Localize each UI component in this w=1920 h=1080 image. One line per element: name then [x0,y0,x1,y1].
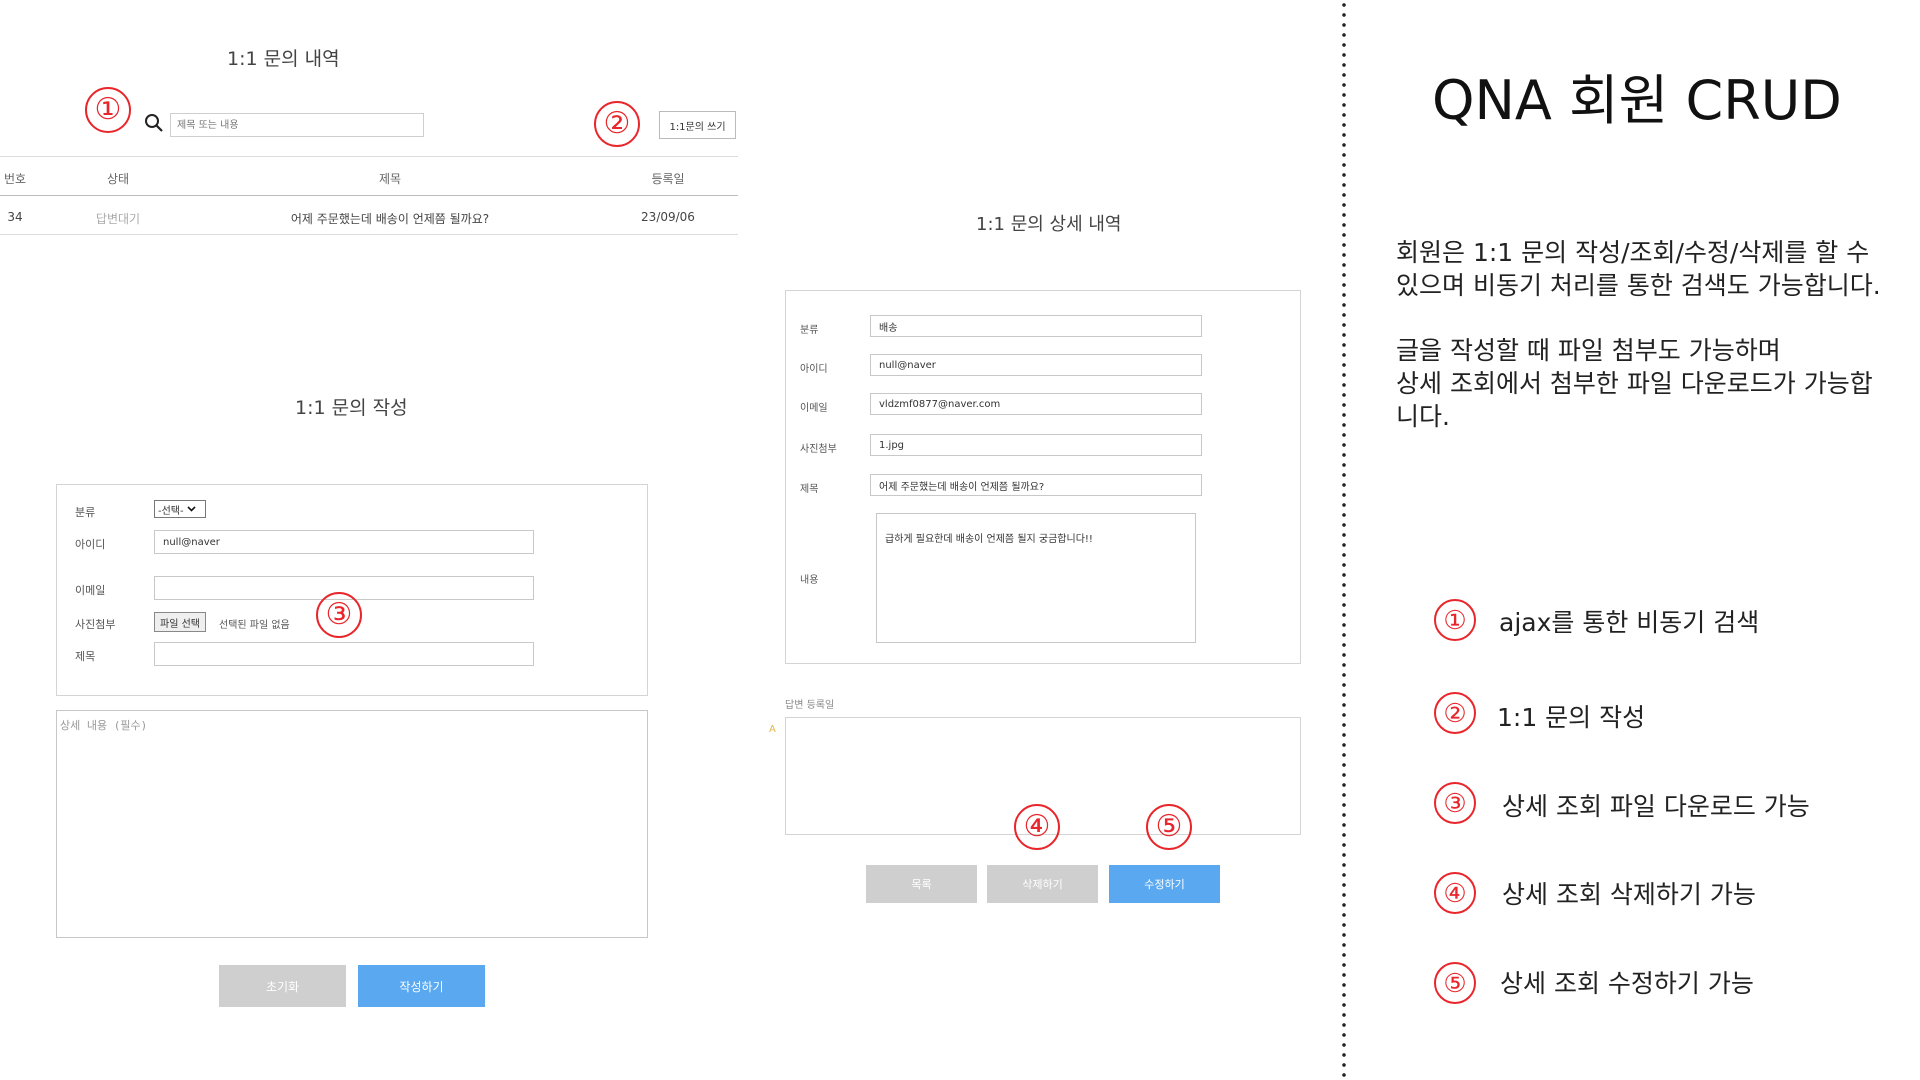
write-form-title: 1:1 문의 작성 [295,397,408,419]
detail-content-field[interactable]: 급하게 필요한데 배송이 언제쯤 될지 궁금합니다!! [876,513,1196,643]
edit-button[interactable]: 수정하기 [1109,865,1220,903]
answer-marker: A [769,724,776,735]
marker-2: ② [594,101,640,147]
desc2-line-3: 니다. [1396,402,1450,431]
list-title: 1:1 문의 내역 [227,48,340,70]
feature-3-text: 상세 조회 파일 다운로드 가능 [1502,792,1810,821]
content-textarea[interactable]: 상세 내용 (필수) [56,710,648,938]
header-date: 등록일 [651,172,685,186]
feature-2-number: ② [1434,692,1476,734]
detail-box: 분류 배송 아이디 null@naver 이메일 vldzmf0877@nave… [785,290,1301,664]
desc1-line-2: 있으며 비동기 처리를 통한 검색도 가능합니다. [1396,271,1881,300]
row-status: 답변대기 [95,212,141,226]
panel-title: QNA 회원 CRUD [1432,69,1842,132]
detail-email-field[interactable]: vldzmf0877@naver.com [870,393,1202,415]
detail-label-subject: 제목 [800,484,819,495]
category-select-value: -선택- [158,505,184,517]
desc2-line-2: 상세 조회에서 첨부한 파일 다운로드가 가능합 [1396,369,1873,398]
detail-label-content: 내용 [800,575,819,586]
panel-description-1: 회원은 1:1 문의 작성/조회/수정/삭제를 할 수 있으며 비동기 처리를 … [1396,236,1881,302]
feature-2-text: 1:1 문의 작성 [1497,703,1646,732]
table-row[interactable]: 34 답변대기 어제 주문했는데 배송이 언제쯤 될까요? 23/09/06 [0,196,738,234]
detail-photo-download[interactable]: 1.jpg [870,434,1202,456]
marker-5: ⑤ [1146,804,1192,850]
feature-3-number: ③ [1434,782,1476,824]
feature-5-number: ⑤ [1434,962,1476,1004]
feature-1-text: ajax를 통한 비동기 검색 [1499,608,1760,637]
write-inquiry-button[interactable]: 1:1문의 쓰기 [659,111,736,139]
table-bottom-line [0,234,738,235]
detail-subject-field[interactable]: 어제 주문했는데 배송이 언제쯤 될까요? [870,474,1202,496]
desc2-line-1: 글을 작성할 때 파일 첨부도 가능하며 [1396,336,1781,365]
submit-button[interactable]: 작성하기 [358,965,485,1007]
detail-title: 1:1 문의 상세 내역 [976,214,1122,235]
header-no: 번호 [3,172,27,186]
detail-id-field[interactable]: null@naver [870,354,1202,376]
marker-1: ① [85,87,131,133]
reset-button[interactable]: 초기화 [219,965,346,1007]
feature-4-text: 상세 조회 삭제하기 가능 [1502,880,1756,909]
label-photo: 사진첨부 [75,618,116,631]
label-category: 분류 [75,506,96,519]
file-select-button[interactable]: 파일 선택 [154,612,206,632]
marker-3: ③ [316,592,362,638]
detail-category-field[interactable]: 배송 [870,315,1202,337]
file-status: 선택된 파일 없음 [219,620,290,631]
marker-4: ④ [1014,804,1060,850]
table-top-line [0,156,738,157]
detail-label-photo: 사진첨부 [800,444,837,455]
category-select[interactable]: -선택- [154,500,206,518]
header-status: 상태 [106,172,130,186]
row-date: 23/09/06 [641,210,695,224]
dotted-divider [1342,0,1346,1080]
chevron-down-icon [187,506,196,512]
feature-5-text: 상세 조회 수정하기 가능 [1500,969,1754,998]
row-title[interactable]: 어제 주문했는데 배송이 언제쯤 될까요? [240,210,540,227]
id-field[interactable]: null@naver [154,530,534,554]
panel-description-2: 글을 작성할 때 파일 첨부도 가능하며 상세 조회에서 첨부한 파일 다운로드… [1396,334,1873,433]
label-email: 이메일 [75,584,106,597]
row-no: 34 [7,210,23,224]
label-subject: 제목 [75,650,96,663]
search-icon[interactable] [144,113,164,133]
label-id: 아이디 [75,538,106,551]
write-form-box: 분류 -선택- 아이디 null@naver 이메일 사진첨부 파일 선택 선택… [56,484,648,696]
header-title: 제목 [378,172,402,186]
search-input[interactable] [170,113,424,137]
delete-button[interactable]: 삭제하기 [987,865,1098,903]
detail-label-email: 이메일 [800,403,828,414]
detail-label-category: 분류 [800,325,819,336]
feature-1-number: ① [1434,599,1476,641]
detail-label-id: 아이디 [800,364,828,375]
answer-label: 답변 등록일 [785,700,835,711]
feature-4-number: ④ [1434,872,1476,914]
desc1-line-1: 회원은 1:1 문의 작성/조회/수정/삭제를 할 수 [1396,238,1870,267]
subject-field[interactable] [154,642,534,666]
list-button[interactable]: 목록 [866,865,977,903]
